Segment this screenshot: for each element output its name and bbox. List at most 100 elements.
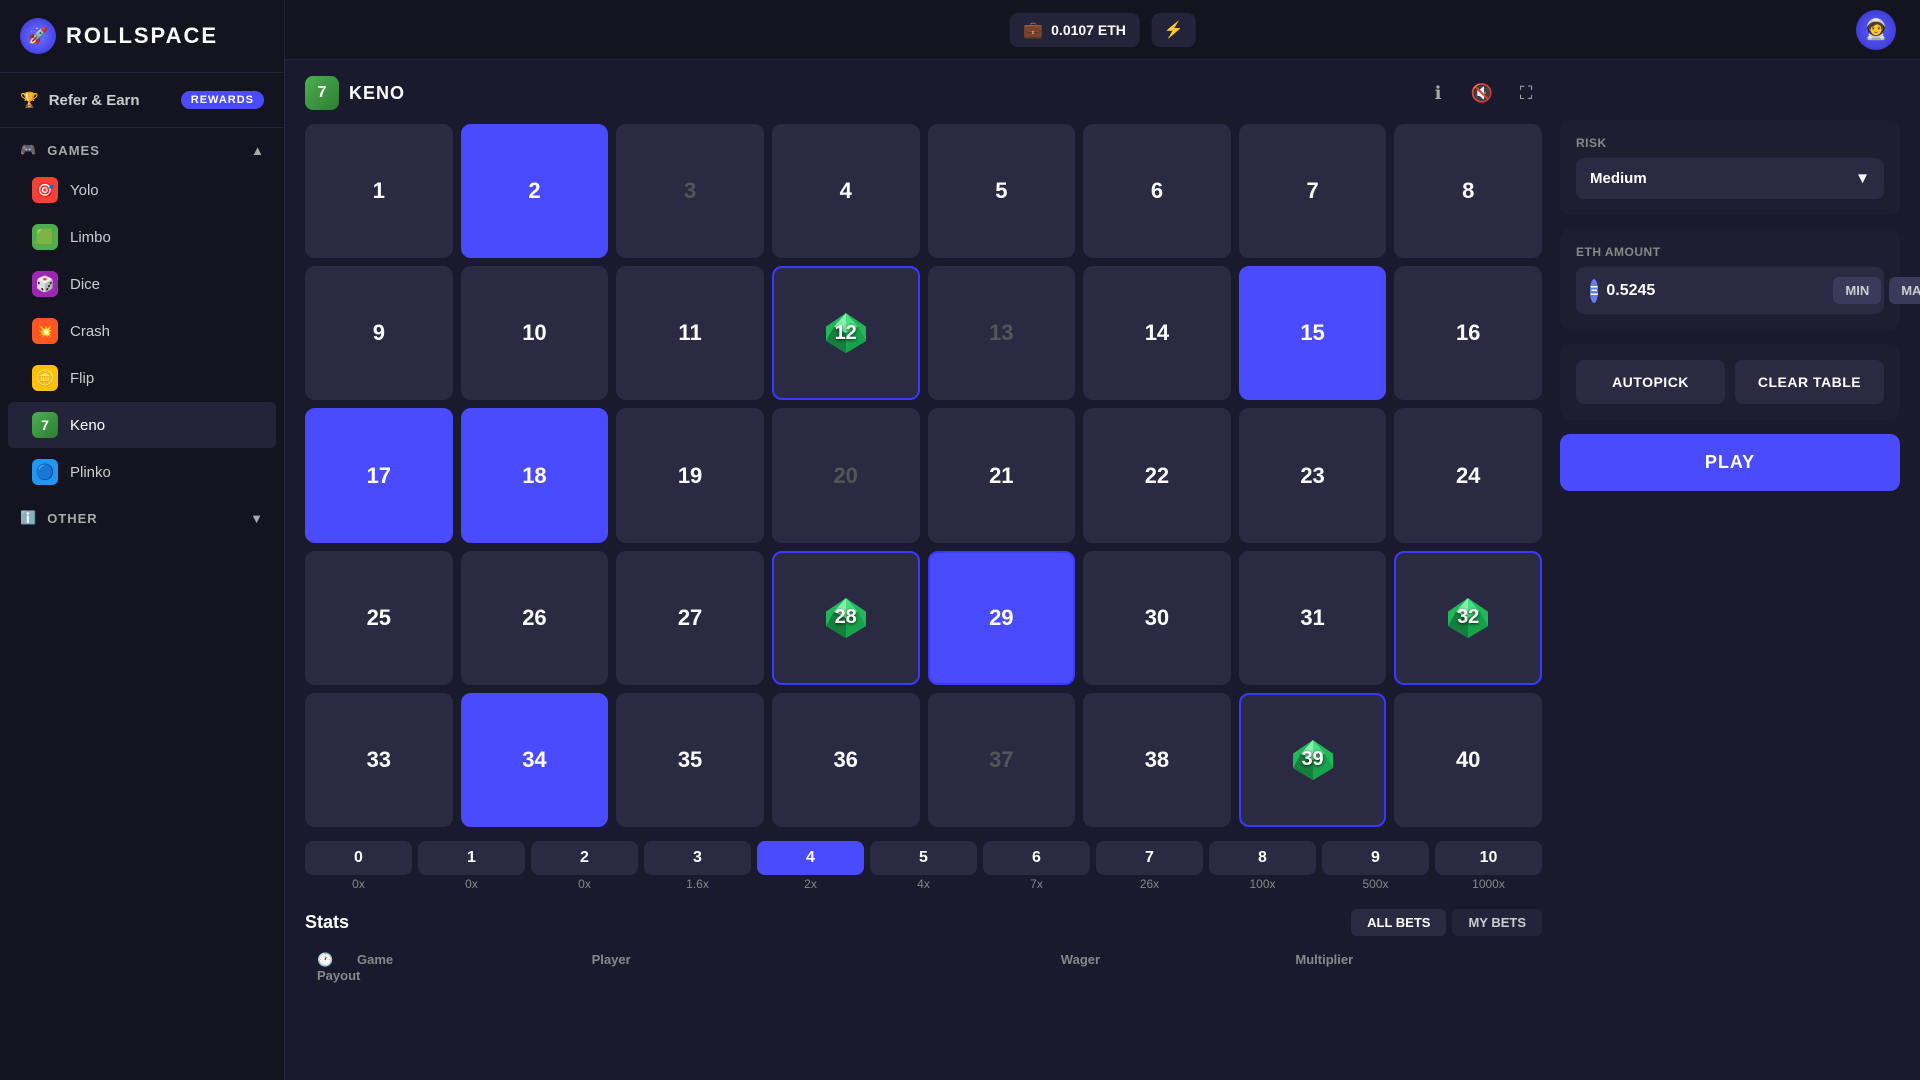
games-list: 🎯 Yolo 🟩 Limbo 🎲 Dice 💥 Crash 🪙 Flip 7 K… [0,166,284,496]
payout-mult-2: 0x [578,877,591,891]
keno-cell-34[interactable]: 34 [461,693,609,827]
keno-cell-25[interactable]: 25 [305,551,453,685]
col-wager: Wager [1061,952,1296,968]
keno-cell-3[interactable]: 3 [616,124,764,258]
stats-section: Stats ALL BETS MY BETS 🕐 Game Player Wag… [305,909,1542,991]
logo-area[interactable]: 🚀 ROLLSPACE [0,0,284,73]
keno-cell-4[interactable]: 4 [772,124,920,258]
action-row: AUTOPICK CLEAR TABLE [1576,360,1884,404]
games-section-header[interactable]: 🎮 GAMES ▲ [0,128,284,166]
keno-cell-20[interactable]: 20 [772,408,920,542]
payout-num-5[interactable]: 5 [870,841,977,875]
keno-cell-27[interactable]: 27 [616,551,764,685]
keno-cell-11[interactable]: 11 [616,266,764,400]
clear-table-button[interactable]: CLEAR TABLE [1735,360,1884,404]
keno-cell-15[interactable]: 15 [1239,266,1387,400]
payout-7: 7 26x [1096,841,1203,891]
keno-cell-38[interactable]: 38 [1083,693,1231,827]
main-content: 💼 0.0107 ETH ⚡ 🧑‍🚀 7 KENO ℹ 🔇 ⛶ [285,0,1920,1080]
games-section-title: 🎮 GAMES [20,142,100,158]
keno-cell-8[interactable]: 8 [1394,124,1542,258]
keno-cell-7[interactable]: 7 [1239,124,1387,258]
sidebar-item-flip[interactable]: 🪙 Flip [8,355,276,401]
all-bets-tab[interactable]: ALL BETS [1351,909,1446,936]
keno-cell-10[interactable]: 10 [461,266,609,400]
autopick-button[interactable]: AUTOPICK [1576,360,1725,404]
my-bets-tab[interactable]: MY BETS [1452,909,1542,936]
chevron-down-icon: ▼ [250,511,264,526]
keno-cell-26[interactable]: 26 [461,551,609,685]
sidebar-item-limbo[interactable]: 🟩 Limbo [8,214,276,260]
payout-mult-8: 100x [1249,877,1275,891]
payout-num-1[interactable]: 1 [418,841,525,875]
col-player: Player [592,952,1061,968]
keno-cell-9[interactable]: 9 [305,266,453,400]
keno-cell-1[interactable]: 1 [305,124,453,258]
game-title-area: 7 KENO [305,76,405,110]
fullscreen-button[interactable]: ⛶ [1510,77,1542,109]
keno-cell-35[interactable]: 35 [616,693,764,827]
payout-num-8[interactable]: 8 [1209,841,1316,875]
keno-cell-12[interactable]: 12 [772,266,920,400]
info-button[interactable]: ℹ [1422,77,1454,109]
keno-cell-32[interactable]: 32 [1394,551,1542,685]
eth-amount-input[interactable] [1606,282,1825,300]
keno-cell-28[interactable]: 28 [772,551,920,685]
risk-select[interactable]: Medium ▼ [1576,158,1884,199]
sidebar-item-plinko[interactable]: 🔵 Plinko [8,449,276,495]
stats-table-header: 🕐 Game Player Wager Multiplier Payout [305,944,1542,991]
keno-cell-22[interactable]: 22 [1083,408,1231,542]
bzz-button[interactable]: ⚡ [1152,13,1196,47]
user-avatar[interactable]: 🧑‍🚀 [1856,10,1896,50]
right-panel: RISK Medium ▼ ETH AMOUNT Ξ MIN MAX [1560,76,1900,1064]
keno-cell-39[interactable]: 39 [1239,693,1387,827]
payout-mult-4: 2x [804,877,817,891]
keno-cell-12-num: 12 [835,322,857,345]
play-button[interactable]: PLAY [1560,434,1900,491]
keno-cell-29[interactable]: 29 [928,551,1076,685]
min-button[interactable]: MIN [1833,277,1881,304]
keno-cell-31[interactable]: 31 [1239,551,1387,685]
wallet-display[interactable]: 💼 0.0107 ETH [1009,13,1140,47]
payout-num-4[interactable]: 4 [757,841,864,875]
keno-icon: 7 [32,412,58,438]
keno-cell-33[interactable]: 33 [305,693,453,827]
eth-icon: Ξ [1590,279,1598,303]
keno-cell-36[interactable]: 36 [772,693,920,827]
gamepad-icon: 🎮 [20,142,37,158]
keno-cell-40[interactable]: 40 [1394,693,1542,827]
other-section-header[interactable]: ℹ️ OTHER ▼ [0,496,284,534]
play-card: PLAY [1560,434,1900,491]
payout-num-2[interactable]: 2 [531,841,638,875]
keno-cell-24[interactable]: 24 [1394,408,1542,542]
keno-cell-21[interactable]: 21 [928,408,1076,542]
keno-cell-16[interactable]: 16 [1394,266,1542,400]
sidebar-item-crash[interactable]: 💥 Crash [8,308,276,354]
payout-num-9[interactable]: 9 [1322,841,1429,875]
keno-cell-30[interactable]: 30 [1083,551,1231,685]
payout-num-6[interactable]: 6 [983,841,1090,875]
limbo-icon: 🟩 [32,224,58,250]
sidebar-item-yolo[interactable]: 🎯 Yolo [8,167,276,213]
refer-earn-item[interactable]: 🏆 Refer & Earn REWARDS [0,73,284,128]
payout-num-7[interactable]: 7 [1096,841,1203,875]
payout-num-3[interactable]: 3 [644,841,751,875]
max-button[interactable]: MAX [1889,277,1920,304]
mute-button[interactable]: 🔇 [1466,77,1498,109]
payout-num-0[interactable]: 0 [305,841,412,875]
keno-cell-18[interactable]: 18 [461,408,609,542]
sidebar-item-dice[interactable]: 🎲 Dice [8,261,276,307]
keno-cell-2[interactable]: 2 [461,124,609,258]
keno-cell-23[interactable]: 23 [1239,408,1387,542]
keno-cell-14[interactable]: 14 [1083,266,1231,400]
keno-cell-5[interactable]: 5 [928,124,1076,258]
keno-cell-19[interactable]: 19 [616,408,764,542]
keno-cell-6[interactable]: 6 [1083,124,1231,258]
payout-num-10[interactable]: 10 [1435,841,1542,875]
keno-cell-17[interactable]: 17 [305,408,453,542]
header-center: 💼 0.0107 ETH ⚡ [1009,13,1196,47]
game-controls: ℹ 🔇 ⛶ [1422,77,1542,109]
sidebar-item-keno[interactable]: 7 Keno [8,402,276,448]
keno-cell-13[interactable]: 13 [928,266,1076,400]
keno-cell-37[interactable]: 37 [928,693,1076,827]
